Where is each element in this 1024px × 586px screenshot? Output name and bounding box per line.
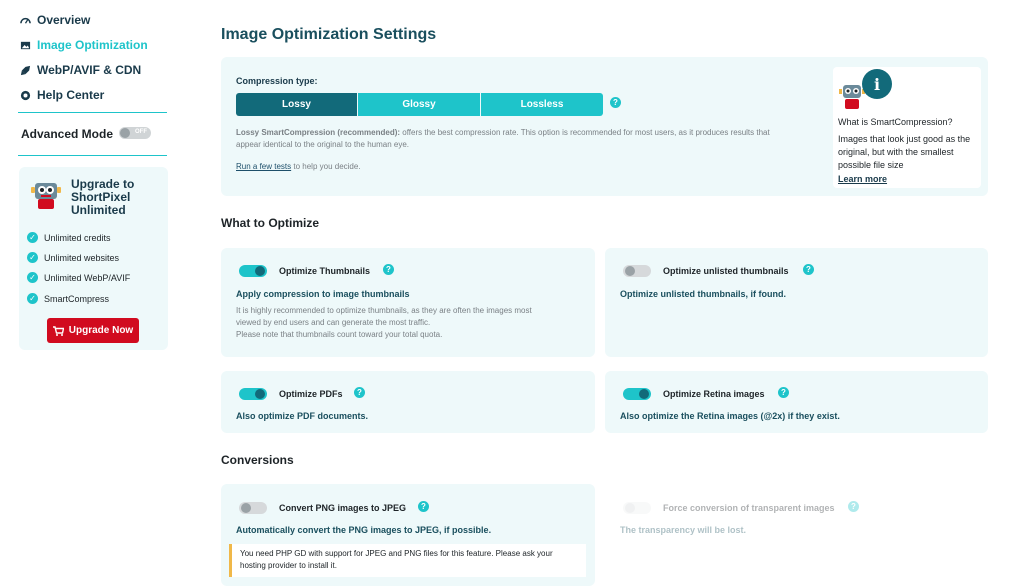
cart-icon	[52, 325, 64, 336]
feature-label: Unlimited WebP/AVIF	[44, 272, 131, 283]
thumbnails-desc-line: Please note that thumbnails count toward…	[236, 330, 443, 339]
optimize-retina-toggle[interactable]	[623, 388, 651, 400]
robot-mascot-icon	[839, 85, 865, 109]
compression-description: Lossy SmartCompression (recommended): of…	[236, 127, 821, 151]
unlisted-thumbnails-card	[605, 248, 988, 357]
force-transparent-title: Force conversion of transparent images	[663, 503, 835, 513]
warning-line: You need PHP GD with support for JPEG an…	[240, 549, 553, 558]
check-icon: ✓	[27, 252, 38, 263]
compression-option-lossy[interactable]: Lossy	[236, 93, 357, 116]
rocket-icon	[20, 65, 31, 75]
toggle-state-text: OFF	[135, 129, 147, 135]
retina-card	[605, 371, 988, 433]
warning-line: hosting provider to install it.	[240, 561, 337, 570]
toggle-knob	[241, 503, 251, 513]
optimize-thumbnails-toggle[interactable]	[239, 265, 267, 277]
nav-label: Help Center	[37, 88, 105, 102]
thumbnails-desc-line: It is highly recommended to optimize thu…	[236, 306, 532, 315]
compression-desc-line1: offers the best compression rate. This o…	[402, 128, 770, 137]
nav-label: Overview	[37, 13, 91, 27]
optimize-pdfs-toggle[interactable]	[239, 388, 267, 400]
thumbnails-description: It is highly recommended to optimize thu…	[236, 305, 586, 341]
page-title: Image Optimization Settings	[221, 26, 437, 43]
php-gd-warning: You need PHP GD with support for JPEG an…	[229, 544, 586, 577]
toggle-knob	[625, 266, 635, 276]
run-tests-link[interactable]: Run a few tests	[236, 162, 291, 171]
compression-type-label: Compression type:	[236, 76, 318, 86]
png-to-jpeg-subtitle: Automatically convert the PNG images to …	[236, 525, 492, 535]
nav-webp-cdn[interactable]: WebP/AVIF & CDN	[20, 63, 141, 77]
nav-help-center[interactable]: Help Center	[20, 88, 104, 102]
pdfs-subtitle: Also optimize PDF documents.	[236, 411, 369, 421]
nav-image-optimization[interactable]: Image Optimization	[20, 38, 148, 52]
unlisted-title: Optimize unlisted thumbnails	[663, 266, 789, 276]
force-transparent-subtitle: The transparency will be lost.	[620, 525, 747, 535]
compression-desc-bold: Lossy SmartCompression (recommended):	[236, 128, 401, 137]
retina-title: Optimize Retina images	[663, 389, 765, 399]
upgrade-button-label: Upgrade Now	[68, 325, 134, 336]
feature-item: ✓ Unlimited websites	[27, 252, 119, 263]
help-icon[interactable]: ?	[418, 501, 429, 512]
convert-png-toggle[interactable]	[239, 502, 267, 514]
compression-option-glossy[interactable]: Glossy	[358, 93, 480, 116]
help-icon[interactable]: ?	[610, 97, 621, 108]
check-icon: ✓	[27, 232, 38, 243]
upgrade-panel: Upgrade to ShortPixel Unlimited ✓ Unlimit…	[19, 167, 168, 350]
help-icon[interactable]: ?	[803, 264, 814, 275]
thumbnails-title: Optimize Thumbnails	[279, 266, 371, 276]
tests-hint: Run a few tests to help you decide.	[236, 161, 361, 173]
optimize-unlisted-toggle[interactable]	[623, 265, 651, 277]
toggle-knob	[255, 389, 265, 399]
help-icon[interactable]: ?	[383, 264, 394, 275]
info-icon: i	[862, 69, 892, 99]
conversions-heading: Conversions	[221, 453, 294, 467]
compression-option-lossless[interactable]: Lossless	[481, 93, 603, 116]
robot-mascot-icon	[31, 183, 61, 209]
pdfs-card	[221, 371, 595, 433]
nav-label: WebP/AVIF & CDN	[37, 63, 142, 77]
advanced-mode-label: Advanced Mode	[21, 127, 114, 141]
retina-subtitle: Also optimize the Retina images (@2x) if…	[620, 411, 840, 421]
sidebar: Overview Image Optimization WebP/AVIF & …	[0, 0, 185, 586]
feature-label: Unlimited credits	[44, 232, 111, 243]
pdfs-title: Optimize PDFs	[279, 389, 343, 399]
feature-item: ✓ Unlimited credits	[27, 232, 111, 243]
divider	[18, 112, 167, 113]
upgrade-now-button[interactable]: Upgrade Now	[47, 318, 139, 343]
feature-label: SmartCompress	[44, 293, 110, 304]
lifebuoy-icon	[20, 90, 31, 100]
dashboard-icon	[20, 17, 31, 24]
toggle-knob	[255, 266, 265, 276]
compression-desc-line2: appear identical to the original to the …	[236, 140, 410, 149]
toggle-knob	[120, 128, 130, 138]
thumbnails-desc-line: viewed by end users and can generate the…	[236, 318, 431, 327]
info-body: Images that look just good as the origin…	[838, 134, 971, 170]
divider	[18, 155, 167, 156]
nav-label: Image Optimization	[37, 38, 148, 52]
unlisted-subtitle: Optimize unlisted thumbnails, if found.	[620, 289, 786, 299]
help-icon[interactable]: ?	[848, 501, 859, 512]
check-icon: ✓	[27, 293, 38, 304]
feature-item: ✓ Unlimited WebP/AVIF	[27, 272, 130, 283]
upgrade-title: Upgrade to ShortPixel Unlimited	[71, 177, 135, 217]
feature-item: ✓ SmartCompress	[27, 293, 109, 304]
feature-label: Unlimited websites	[44, 252, 120, 263]
toggle-knob	[639, 389, 649, 399]
nav-overview[interactable]: Overview	[20, 13, 90, 27]
check-icon: ✓	[27, 272, 38, 283]
image-icon	[20, 41, 31, 49]
png-to-jpeg-title: Convert PNG images to JPEG	[279, 503, 407, 513]
advanced-mode-toggle[interactable]: OFF	[119, 127, 151, 139]
what-to-optimize-heading: What to Optimize	[221, 216, 319, 230]
force-transparent-toggle[interactable]	[623, 502, 651, 514]
tests-hint-text: to help you decide.	[293, 162, 361, 171]
thumbnails-subtitle: Apply compression to image thumbnails	[236, 289, 410, 299]
help-icon[interactable]: ?	[778, 387, 789, 398]
help-icon[interactable]: ?	[354, 387, 365, 398]
info-title: What is SmartCompression?	[838, 117, 953, 127]
learn-more-link[interactable]: Learn more	[838, 174, 887, 184]
toggle-knob	[625, 503, 635, 513]
